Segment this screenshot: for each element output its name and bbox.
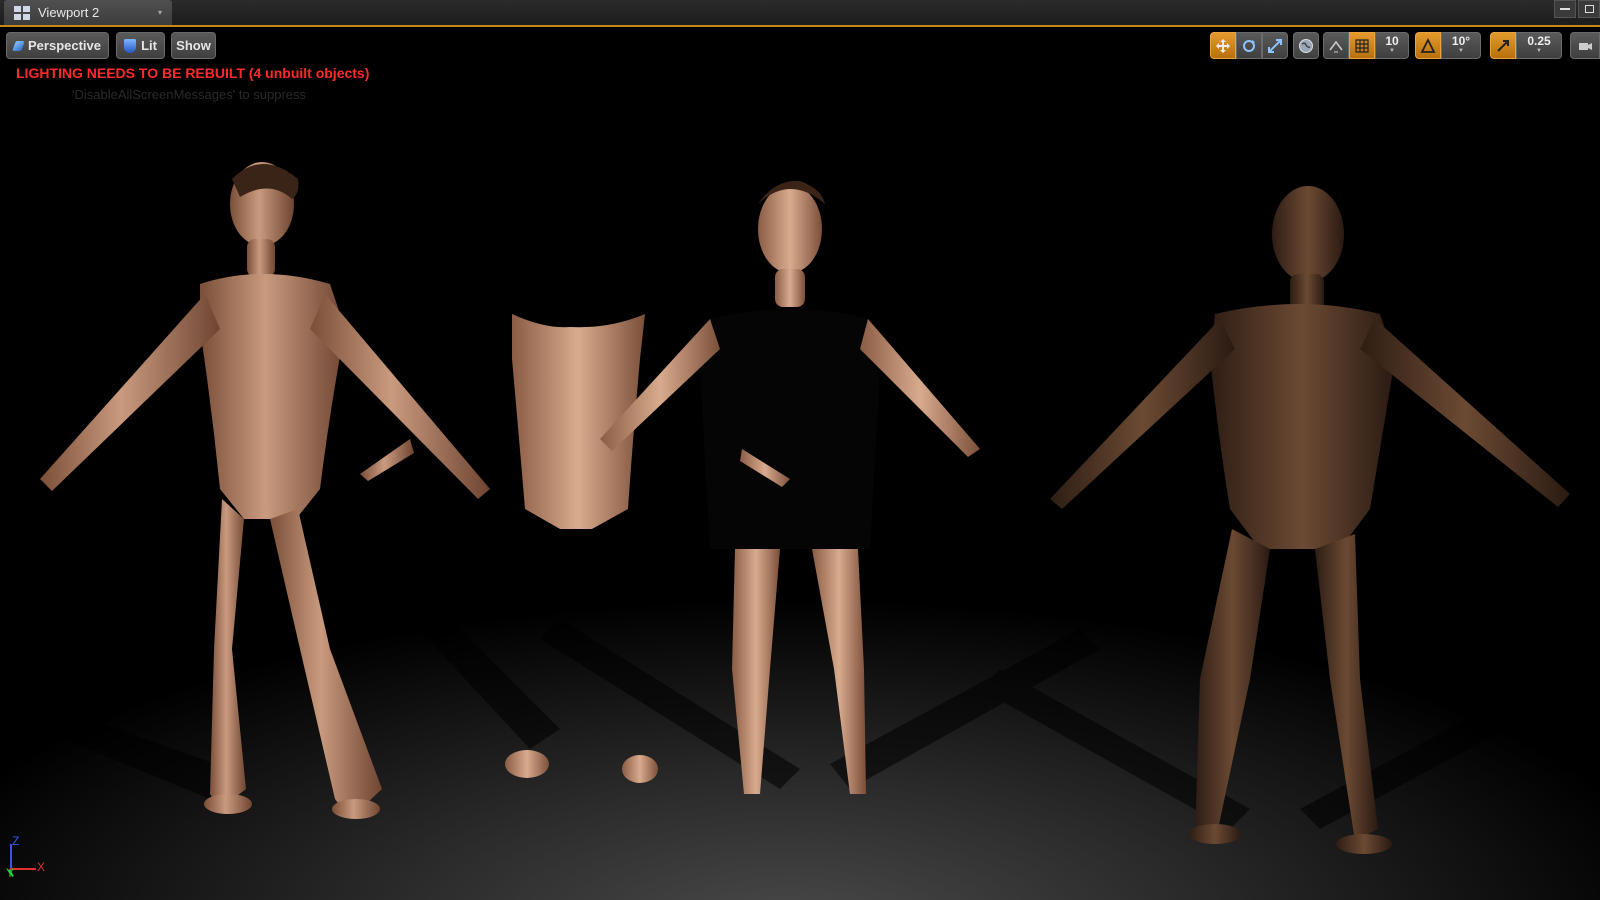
show-flags-button[interactable]: Show: [171, 32, 216, 59]
lit-sphere-icon: [124, 38, 137, 53]
grid-snap-group: 10 ▼: [1323, 32, 1409, 59]
grid-snap-toggle[interactable]: [1349, 32, 1375, 59]
rotation-snap-value-dropdown[interactable]: 10° ▼: [1441, 32, 1481, 59]
scale-icon: [1268, 38, 1282, 53]
show-label: Show: [176, 38, 211, 53]
perspective-view-button[interactable]: Perspective: [6, 32, 109, 59]
figure-left: [40, 162, 490, 819]
lit-label: Lit: [141, 38, 157, 53]
surface-snap-icon: [1329, 40, 1343, 52]
camera-speed-button[interactable]: [1570, 32, 1600, 59]
floating-hand: [360, 439, 414, 481]
scale-button[interactable]: [1262, 32, 1288, 59]
scene-render: [40, 162, 1580, 854]
viewport-tab[interactable]: Viewport 2 ▾: [4, 0, 172, 25]
chevron-down-icon: ▼: [1389, 47, 1395, 54]
window-controls: [1554, 0, 1600, 18]
camera-speed-group: [1570, 32, 1600, 59]
viewport-tab-title: Viewport 2: [38, 5, 100, 20]
minimize-icon: [1560, 8, 1570, 10]
coordinate-space-group: [1293, 32, 1319, 59]
y-axis-label: Y: [6, 866, 15, 880]
viewport-canvas[interactable]: Perspective Lit Show 10 ▼ 10° ▼ 0.25 ▼ L…: [0, 29, 1600, 900]
rotation-snap-group: 10° ▼: [1415, 32, 1481, 59]
viewport-layout-icon: [14, 5, 30, 20]
rotation-snap-toggle[interactable]: [1415, 32, 1441, 59]
z-axis-label: Z: [12, 834, 20, 848]
scale-snap-value-dropdown[interactable]: 0.25 ▼: [1516, 32, 1562, 59]
x-axis-label: X: [37, 860, 46, 874]
perspective-label: Perspective: [28, 38, 101, 53]
maximize-icon: [1584, 5, 1594, 13]
window-titlebar: Viewport 2 ▾: [0, 0, 1600, 27]
world-icon: [1299, 38, 1313, 53]
maximize-button[interactable]: [1578, 0, 1600, 18]
tab-dropdown-icon[interactable]: ▾: [158, 8, 162, 17]
camera-speed-icon: [1579, 42, 1592, 50]
translate-button[interactable]: [1210, 32, 1236, 59]
scale-snap-group: 0.25 ▼: [1490, 32, 1562, 59]
minimize-button[interactable]: [1554, 0, 1576, 18]
scale-snap-icon: [1497, 39, 1509, 52]
scale-snap-toggle[interactable]: [1490, 32, 1516, 59]
axis-gizmo: Z X Y: [4, 834, 48, 880]
grid-snap-value-dropdown[interactable]: 10 ▼: [1375, 32, 1409, 59]
view-mode-lit-button[interactable]: Lit: [116, 32, 165, 59]
chevron-down-icon: ▼: [1536, 47, 1542, 54]
detached-foot-left: [505, 750, 549, 778]
lighting-rebuild-warning: LIGHTING NEEDS TO BE REBUILT (4 unbuilt …: [16, 65, 370, 81]
detached-foot-right: [622, 755, 658, 783]
rotate-icon: [1243, 39, 1255, 52]
angle-icon: [1420, 37, 1436, 53]
world-space-button[interactable]: [1293, 32, 1319, 59]
translate-icon: [1216, 38, 1230, 53]
perspective-icon: [12, 40, 25, 51]
chevron-down-icon: ▼: [1458, 47, 1464, 54]
rotate-button[interactable]: [1236, 32, 1262, 59]
surface-snap-button[interactable]: [1323, 32, 1349, 59]
suppress-messages-hint: 'DisableAllScreenMessages' to suppress: [72, 87, 307, 102]
grid-icon: [1355, 38, 1369, 53]
transform-tools-group: [1210, 32, 1288, 59]
